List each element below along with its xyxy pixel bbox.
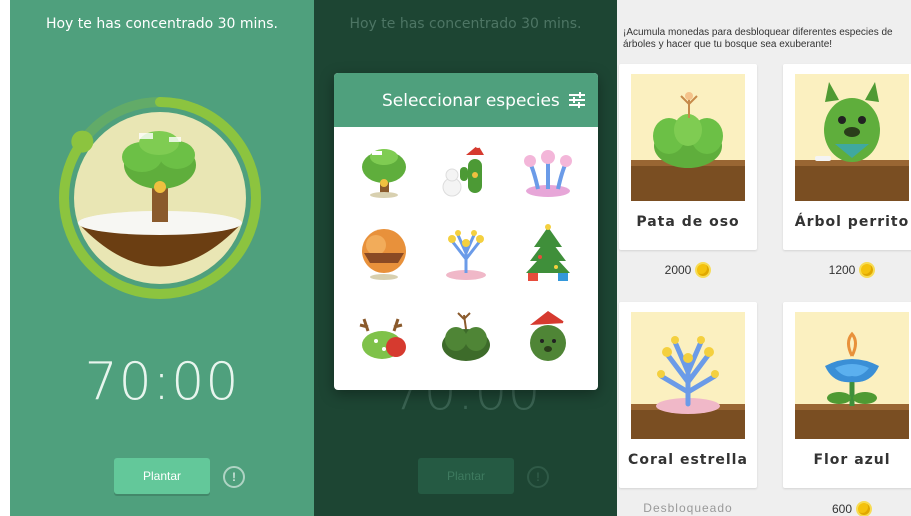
store-card-coral-estrella[interactable]: Coral estrella — [619, 302, 757, 488]
plant-button-dimmed: Plantar — [418, 458, 514, 494]
flor-azul-image — [795, 312, 909, 439]
species-reindeer-bush-icon[interactable] — [354, 305, 414, 365]
store-message: ¡Acumula monedas para desbloquear difere… — [623, 27, 893, 50]
species-dialog: Seleccionar especies — [334, 73, 598, 390]
item-price-row: 2000 — [619, 262, 757, 278]
item-price-row: 600 — [783, 501, 911, 516]
focus-status-text: Hoy te has concentrado 30 mins. — [45, 16, 279, 32]
item-name: Coral estrella — [628, 452, 748, 468]
item-price: 600 — [831, 502, 853, 516]
species-star-coral-icon[interactable] — [436, 223, 496, 283]
species-grid — [334, 127, 598, 390]
item-price: 2000 — [664, 263, 692, 277]
species-selection-screen: Hoy te has concentrado 30 mins. 70:00 Pl… — [314, 0, 617, 516]
timer-screen: Hoy te has concentrado 30 mins. 70:00 Pl… — [10, 0, 314, 516]
species-bear-paw-icon[interactable] — [436, 305, 496, 365]
item-price-row: 1200 — [783, 262, 911, 278]
pata-de-oso-image — [631, 74, 745, 201]
store-card-flor-azul[interactable]: Flor azul — [783, 302, 911, 488]
store-card-pata-de-oso[interactable]: Pata de oso — [619, 64, 757, 250]
item-name: Árbol perrito — [794, 214, 910, 230]
dialog-header: Seleccionar especies — [334, 73, 598, 127]
species-christmas-tree-icon[interactable] — [518, 223, 578, 283]
coin-icon — [859, 262, 876, 278]
item-status-unlocked: Desbloqueado — [643, 501, 733, 515]
store-card-arbol-perrito[interactable]: Árbol perrito — [783, 64, 911, 250]
info-icon-dimmed: ! — [527, 466, 549, 488]
focus-status-text-dimmed: Hoy te has concentrado 30 mins. — [349, 16, 582, 32]
coin-icon — [856, 501, 873, 516]
item-name: Pata de oso — [636, 214, 740, 230]
store-screen: ¡Acumula monedas para desbloquear difere… — [617, 0, 911, 516]
sliders-icon[interactable] — [568, 91, 586, 109]
info-icon[interactable]: ! — [223, 466, 245, 488]
species-snowman-cactus-icon[interactable] — [436, 141, 496, 201]
item-name: Flor azul — [813, 452, 891, 468]
species-autumn-orange-tree-icon[interactable] — [354, 223, 414, 283]
item-price: 1200 — [828, 263, 856, 277]
species-christmas-dog-icon[interactable] — [518, 305, 578, 365]
tree-progress-ring[interactable] — [57, 95, 263, 301]
coral-estrella-image — [631, 312, 745, 439]
species-pink-coral-icon[interactable] — [518, 141, 578, 201]
dialog-title: Seleccionar especies — [382, 91, 560, 111]
species-christmas-tree-house-icon[interactable] — [354, 141, 414, 201]
coin-icon — [695, 262, 712, 278]
countdown-timer: 70:00 — [84, 352, 240, 412]
arbol-perrito-image — [795, 74, 909, 201]
plant-button[interactable]: Plantar — [114, 458, 210, 494]
